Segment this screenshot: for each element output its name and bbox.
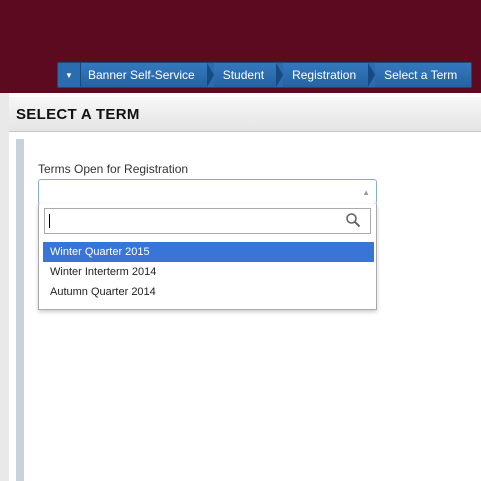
caret-down-icon: ▼ bbox=[65, 70, 73, 80]
page-header: SELECT A TERM bbox=[9, 97, 481, 132]
breadcrumb-item-banner-self-service[interactable]: Banner Self-Service bbox=[81, 63, 207, 87]
term-option-winter-interterm-2014[interactable]: Winter Interterm 2014 bbox=[43, 262, 374, 282]
breadcrumb-item-select-a-term: Select a Term bbox=[375, 63, 472, 87]
menu-dropdown-button[interactable]: ▼ bbox=[58, 63, 81, 87]
breadcrumb-separator bbox=[276, 63, 284, 87]
term-option-winter-quarter-2015[interactable]: Winter Quarter 2015 bbox=[43, 242, 374, 262]
left-gutter bbox=[0, 93, 9, 481]
breadcrumb-item-registration[interactable]: Registration bbox=[283, 63, 369, 87]
term-search-input[interactable] bbox=[44, 208, 371, 234]
term-options-list: Winter Quarter 2015 Winter Interterm 201… bbox=[43, 242, 374, 302]
breadcrumb-separator bbox=[368, 63, 376, 87]
search-icon bbox=[346, 213, 361, 228]
page-title: SELECT A TERM bbox=[16, 106, 140, 123]
breadcrumb-item-student[interactable]: Student bbox=[213, 63, 277, 87]
caret-up-icon[interactable]: ▲ bbox=[362, 188, 370, 197]
term-select-label: Terms Open for Registration bbox=[38, 162, 189, 176]
breadcrumb: ▼ Banner Self-Service Student Registrati… bbox=[57, 62, 473, 88]
term-option-autumn-quarter-2014[interactable]: Autumn Quarter 2014 bbox=[43, 282, 374, 302]
text-cursor bbox=[49, 214, 50, 228]
breadcrumb-separator bbox=[206, 63, 214, 87]
term-select[interactable]: ▲ bbox=[38, 179, 377, 205]
term-dropdown: Winter Quarter 2015 Winter Interterm 201… bbox=[38, 204, 377, 310]
